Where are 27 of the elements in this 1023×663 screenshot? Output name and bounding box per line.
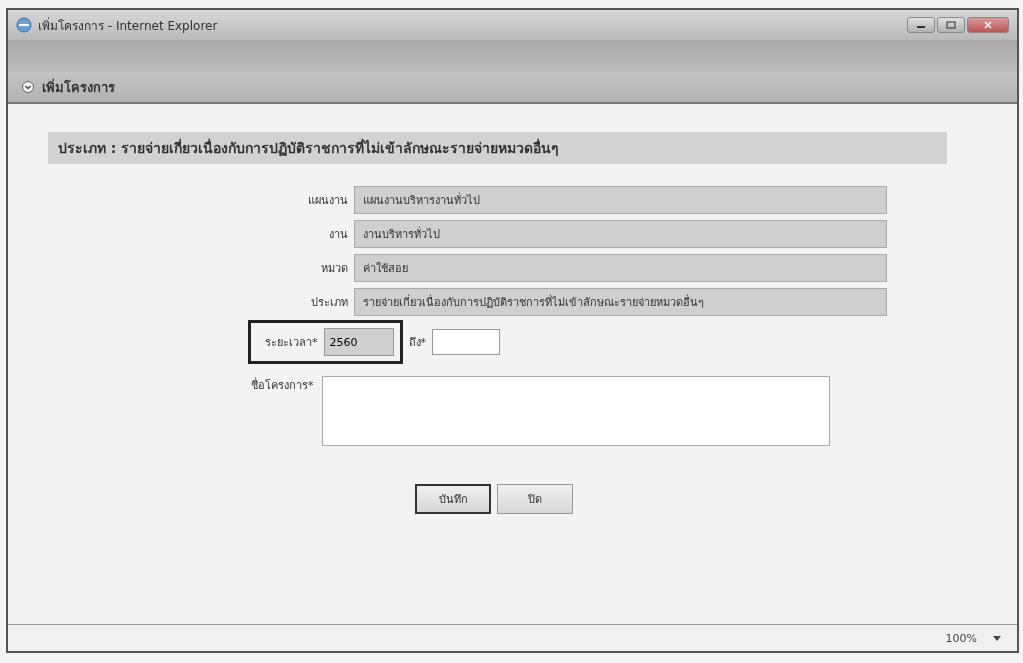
field-label: ถึง* bbox=[408, 335, 426, 351]
field-label: ชื่อโครงการ* bbox=[251, 376, 314, 394]
maximize-icon bbox=[946, 21, 956, 29]
panel-title: เพิ่มโครงการ bbox=[42, 77, 115, 97]
section-header: ประเภท : รายจ่ายเกี่ยวเนื่องกับการปฏิบัติราชการที่ไม่เข้าลักษณะรายจ่ายหมวดอื่นๆ bbox=[48, 132, 947, 164]
caret-icon[interactable] bbox=[993, 635, 1001, 641]
minimize-button[interactable] bbox=[907, 17, 935, 33]
field-label: งาน bbox=[328, 227, 348, 243]
field-label: แผนงาน bbox=[307, 193, 348, 209]
window-title: เพิ่มโครงการ - Internet Explorer bbox=[38, 16, 218, 35]
browser-icon bbox=[16, 17, 32, 33]
year-field[interactable]: 2560 bbox=[323, 328, 394, 356]
field-label: ประเภท bbox=[310, 295, 348, 311]
readonly-field: รายจ่ายเกี่ยวเนื่องกับการปฏิบัติราชการที่ไม่เข้าลักษณะรายจ่ายหมวดอื่นๆ bbox=[354, 288, 887, 316]
readonly-field: งานบริหารทั่วไป bbox=[354, 220, 887, 248]
close-icon bbox=[983, 21, 993, 29]
field-label: ระยะเวลา* bbox=[265, 335, 318, 351]
save-button[interactable]: บันทึก bbox=[415, 484, 491, 514]
input-field[interactable] bbox=[432, 329, 500, 355]
readonly-field: แผนงานบริหารงานทั่วไป bbox=[354, 186, 887, 214]
chevron-icon[interactable] bbox=[22, 81, 34, 93]
readonly-field: ค่าใช้สอย bbox=[354, 254, 887, 282]
project-name-field[interactable] bbox=[321, 376, 830, 446]
field-label: หมวด bbox=[320, 261, 348, 277]
close-button[interactable] bbox=[967, 17, 1009, 33]
close-form-button[interactable]: ปิด bbox=[497, 484, 573, 514]
zoom-level[interactable]: 100% bbox=[945, 631, 977, 645]
